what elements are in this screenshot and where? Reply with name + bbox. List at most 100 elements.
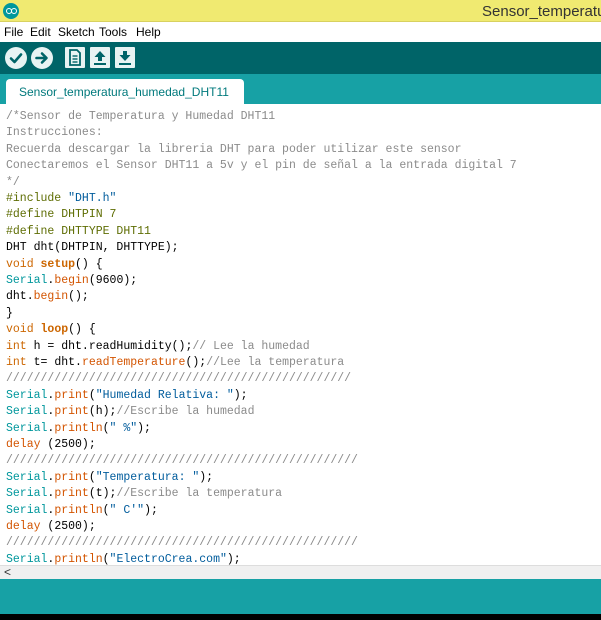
code-token: //Lee la temperatura [206, 356, 345, 369]
new-button[interactable] [65, 47, 85, 68]
save-icon [119, 51, 131, 65]
code-token: int [6, 339, 27, 353]
code-line[interactable]: Serial.println(" %"); [6, 421, 151, 437]
code-line[interactable]: Serial.println("ElectroCrea.com"); [6, 552, 241, 565]
code-token: print [54, 405, 89, 419]
code-token: /*Sensor de Temperatura y Humedad DHT11 [6, 110, 276, 123]
code-token: Serial [6, 421, 48, 435]
code-token: () { [68, 323, 96, 337]
code-line[interactable]: Serial.println(" C'"); [6, 503, 158, 519]
code-token: dht. [6, 290, 34, 304]
code-token: Serial [6, 487, 48, 501]
code-line[interactable]: ////////////////////////////////////////… [6, 371, 351, 387]
code-token: delay [6, 438, 41, 451]
code-token: ( [88, 388, 96, 402]
code-token: ); [137, 421, 151, 435]
code-token: Recuerda descargar la libreria DHT para … [6, 142, 462, 156]
menu-tools[interactable]: Tools [99, 25, 127, 39]
code-line[interactable]: dht.begin(); [6, 289, 89, 305]
tab-sketch[interactable]: Sensor_temperatura_humedad_DHT11 [6, 79, 244, 104]
horizontal-scrollbar[interactable]: < [0, 565, 601, 579]
code-token: ( [102, 503, 110, 517]
code-token: "Humedad Relativa: " [95, 388, 234, 402]
code-token: println [54, 503, 103, 517]
menu-help[interactable]: Help [136, 25, 161, 39]
open-button[interactable] [90, 47, 110, 68]
code-line[interactable]: ////////////////////////////////////////… [6, 535, 358, 551]
code-token: Serial [6, 405, 48, 419]
code-editor[interactable]: /*Sensor de Temperatura y Humedad DHT11 I… [0, 104, 601, 565]
code-line[interactable]: #define DHTPIN 7 [6, 207, 116, 223]
code-token: ////////////////////////////////////////… [6, 372, 352, 386]
code-token: (h); [88, 405, 117, 419]
tab-bar: Sensor_temperatura_humedad_DHT11 [0, 74, 601, 104]
code-line[interactable]: void setup() { [6, 257, 103, 273]
code-token: Instrucciones: [6, 126, 103, 140]
code-line[interactable]: #include "DHT.h" [6, 191, 116, 207]
arduino-logo-icon [3, 3, 19, 19]
code-token: "ElectroCrea.com" [109, 552, 227, 565]
code-line[interactable]: Serial.begin(9600); [6, 273, 137, 289]
code-line[interactable]: ////////////////////////////////////////… [6, 453, 358, 469]
code-token: ); [144, 503, 158, 517]
code-token: begin [54, 274, 89, 287]
console-area [0, 614, 601, 620]
code-token: " %" [109, 421, 138, 435]
menu-file[interactable]: File [4, 25, 23, 39]
upload-icon [35, 52, 48, 64]
save-button[interactable] [115, 47, 135, 68]
code-token: h = dht.readHumidity(); [26, 339, 193, 353]
code-token: ); [226, 552, 241, 565]
code-line[interactable]: int h = dht.readHumidity();// Lee la hum… [6, 339, 310, 355]
code-token: Serial [6, 274, 48, 287]
code-token: (2500); [40, 520, 96, 533]
code-token: ////////////////////////////////////////… [6, 454, 358, 468]
code-line[interactable]: delay (2500); [6, 437, 96, 453]
menu-edit[interactable]: Edit [30, 25, 51, 39]
code-token: setup [40, 257, 76, 271]
code-line[interactable]: Serial.print("Temperatura: "); [6, 470, 213, 486]
upload-button[interactable] [31, 47, 53, 69]
menu-sketch[interactable]: Sketch [58, 25, 95, 39]
code-token: int [6, 356, 27, 369]
code-token: ////////////////////////////////////////… [6, 536, 358, 550]
code-token: () { [75, 257, 103, 271]
code-token: void [6, 323, 41, 337]
code-line[interactable]: #define DHTTYPE DHT11 [6, 224, 151, 240]
code-line[interactable]: } [6, 306, 13, 322]
verify-button[interactable] [5, 47, 27, 69]
code-line[interactable]: Conectaremos el Sensor DHT11 a 5v y el p… [6, 158, 517, 174]
code-line[interactable]: */ [6, 175, 20, 191]
code-token: loop [40, 323, 69, 337]
code-line[interactable]: void loop() { [6, 322, 96, 338]
code-token: print [54, 388, 89, 402]
code-token: delay [6, 520, 41, 533]
code-token: "Temperatura: " [95, 470, 200, 484]
window-title: Sensor_temperatur [482, 3, 601, 20]
code-line[interactable]: Instrucciones: [6, 125, 103, 141]
code-line[interactable]: /*Sensor de Temperatura y Humedad DHT11 [6, 109, 275, 125]
code-token: // Lee la humedad [192, 339, 310, 353]
code-token: //Escribe la humedad [116, 405, 255, 419]
code-token: } [6, 306, 13, 320]
code-token: DHT dht(DHTPIN, DHTTYPE); [6, 241, 179, 255]
code-line[interactable]: DHT dht(DHTPIN, DHTTYPE); [6, 240, 179, 256]
code-token: (9600); [88, 274, 138, 287]
code-token: Serial [6, 503, 48, 517]
title-bar: Sensor_temperatur [0, 0, 601, 22]
code-token: */ [6, 175, 20, 189]
code-line[interactable]: int t= dht.readTemperature();//Lee la te… [6, 355, 344, 371]
code-line[interactable]: Serial.print(t);//Escribe la temperatura [6, 486, 282, 502]
code-line[interactable]: Recuerda descargar la libreria DHT para … [6, 142, 461, 158]
code-token: //Escribe la temperatura [116, 487, 283, 501]
code-line[interactable]: delay (2500); [6, 519, 96, 535]
code-token: Serial [6, 470, 48, 484]
verify-icon [9, 53, 23, 64]
code-token: " C'" [109, 503, 145, 517]
code-line[interactable]: Serial.print(h);//Escribe la humedad [6, 404, 254, 420]
scroll-left-arrow-icon[interactable]: < [4, 566, 11, 579]
code-token: print [54, 487, 89, 501]
code-line[interactable]: Serial.print("Humedad Relativa: "); [6, 388, 248, 404]
code-token: ( [88, 470, 96, 484]
toolbar [0, 42, 601, 74]
